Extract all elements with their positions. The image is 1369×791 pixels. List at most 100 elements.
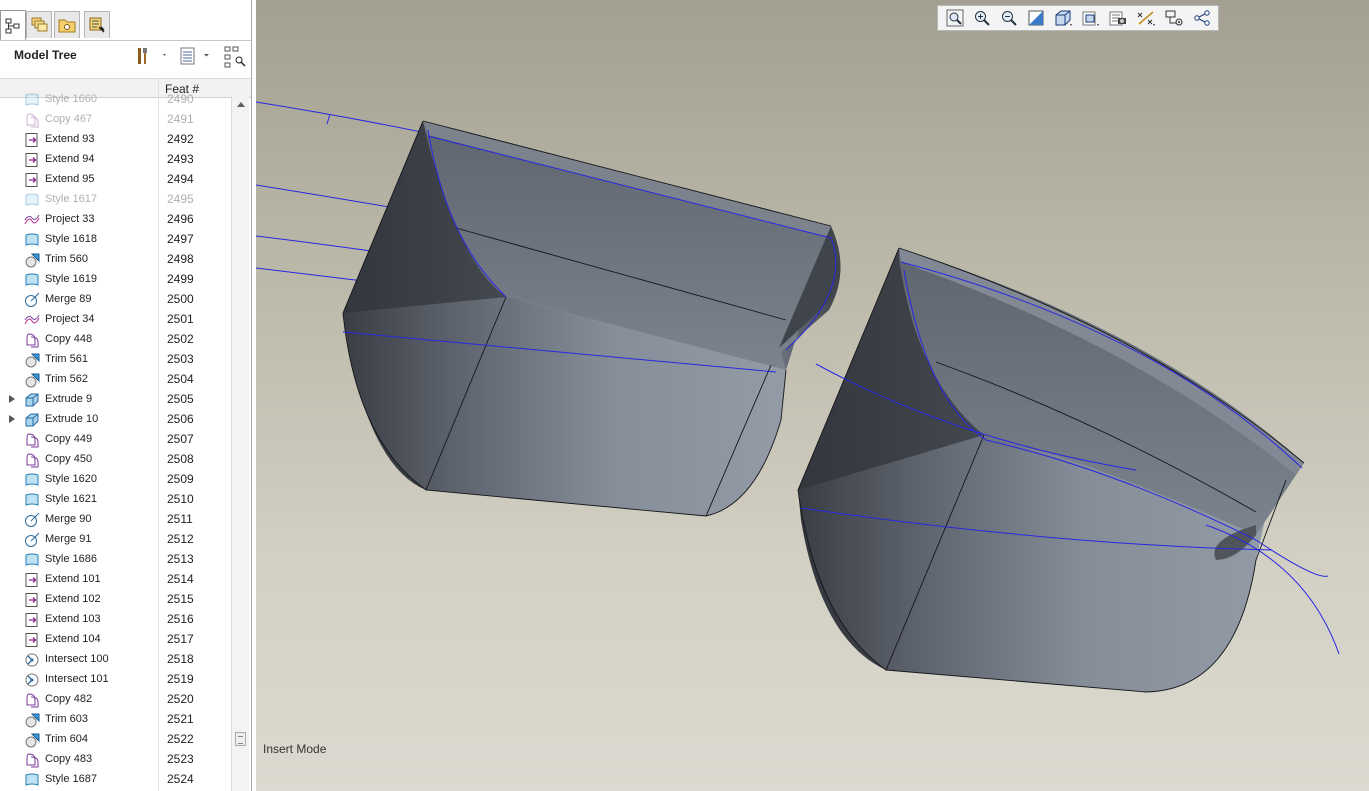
feature-name: Style 1619: [45, 273, 97, 285]
feature-name: Trim 560: [45, 253, 88, 265]
tree-row[interactable]: Trim 604 2522: [0, 730, 231, 750]
feature-number: 2517: [167, 632, 194, 646]
tree-row[interactable]: Merge 89 2500: [0, 290, 231, 310]
feature-number: 2519: [167, 672, 194, 686]
spin-center-button[interactable]: [1191, 8, 1213, 28]
tree-row[interactable]: Intersect 101 2519: [0, 670, 231, 690]
model-graphics[interactable]: [256, 0, 1369, 791]
feature-number: 2515: [167, 592, 194, 606]
tree-row[interactable]: Trim 561 2503: [0, 350, 231, 370]
merge-icon: [24, 512, 40, 528]
tree-row[interactable]: Merge 90 2511: [0, 510, 231, 530]
feature-name: Copy 450: [45, 453, 93, 465]
tab-layers[interactable]: [26, 11, 52, 38]
tree-row[interactable]: Trim 603 2521: [0, 710, 231, 730]
feature-name: Extend 102: [45, 593, 101, 605]
tree-row[interactable]: Extend 93 2492: [0, 130, 231, 150]
repaint-icon: [1028, 10, 1044, 26]
annotation-display-icon: [1165, 10, 1183, 26]
feature-name: Extrude 9: [45, 393, 93, 405]
extend-icon: [24, 132, 40, 148]
insert-mode-label: Insert Mode: [263, 742, 327, 756]
style-icon: [24, 192, 40, 208]
feature-name: Trim 561: [45, 353, 88, 365]
tree-row[interactable]: Style 1618 2497: [0, 230, 231, 250]
tree-row[interactable]: Extend 102 2515: [0, 590, 231, 610]
tree-row[interactable]: Style 1620 2509: [0, 470, 231, 490]
tree-row[interactable]: Style 1686 2513: [0, 550, 231, 570]
scroll-up-button[interactable]: [232, 96, 249, 112]
zoom-in-button[interactable]: [971, 8, 993, 28]
annotation-display-button[interactable]: [1163, 8, 1185, 28]
tree-row[interactable]: Copy 482 2520: [0, 690, 231, 710]
expand-arrow-icon[interactable]: [9, 395, 15, 403]
list-icon: [180, 47, 209, 65]
refit-button[interactable]: [944, 8, 966, 28]
tree-row[interactable]: Style 1660 2490: [0, 90, 231, 110]
model-tree-panel: Model Tree Feat # Style 1660 2490 Copy 4…: [0, 0, 252, 791]
tree-row[interactable]: Style 1621 2510: [0, 490, 231, 510]
feature-number: 2504: [167, 372, 194, 386]
tree-row[interactable]: Copy 450 2508: [0, 450, 231, 470]
solid-body-left[interactable]: [342, 120, 841, 517]
tree-row[interactable]: Trim 562 2504: [0, 370, 231, 390]
settings-tools-button[interactable]: [136, 45, 168, 70]
zoom-out-button[interactable]: [998, 8, 1020, 28]
trim-icon: [24, 352, 40, 368]
tree-row[interactable]: Style 1687 2524: [0, 770, 231, 790]
copy-icon: [24, 332, 40, 348]
navigator-tab-strip: [0, 0, 251, 41]
tree-row[interactable]: Extend 103 2516: [0, 610, 231, 630]
tab-favorites[interactable]: [84, 11, 110, 38]
show-menu-button[interactable]: [179, 45, 215, 70]
tab-model-tree[interactable]: [0, 10, 26, 40]
tree-row[interactable]: Project 33 2496: [0, 210, 231, 230]
extend-icon: [24, 592, 40, 608]
tab-folder-browser[interactable]: [54, 11, 80, 38]
repaint-button[interactable]: [1025, 8, 1047, 28]
tree-scrollbar[interactable]: [231, 96, 249, 791]
view-toolbar: [937, 5, 1219, 31]
extrude-icon: [24, 392, 40, 408]
tree-row[interactable]: Style 1617 2495: [0, 190, 231, 210]
feature-number: 2523: [167, 752, 194, 766]
scroll-thumb[interactable]: [235, 732, 246, 746]
feature-number: 2521: [167, 712, 194, 726]
graphics-window[interactable]: Insert Mode: [256, 0, 1369, 791]
feature-name: Copy 448: [45, 333, 93, 345]
tree-row[interactable]: Extend 94 2493: [0, 150, 231, 170]
tree-row[interactable]: Trim 560 2498: [0, 250, 231, 270]
display-style-button[interactable]: [1052, 8, 1074, 28]
tree-row[interactable]: Extend 104 2517: [0, 630, 231, 650]
tree-row[interactable]: Copy 467 2491: [0, 110, 231, 130]
tree-row[interactable]: Copy 448 2502: [0, 330, 231, 350]
tree-row[interactable]: Style 1619 2499: [0, 270, 231, 290]
tree-row[interactable]: Copy 449 2507: [0, 430, 231, 450]
feature-number: 2495: [167, 192, 194, 206]
expand-arrow-icon[interactable]: [9, 415, 15, 423]
tree-row[interactable]: Copy 483 2523: [0, 750, 231, 770]
tree-row[interactable]: Extrude 10 2506: [0, 410, 231, 430]
solid-body-right[interactable]: [797, 247, 1305, 693]
tree-row[interactable]: Merge 91 2512: [0, 530, 231, 550]
feature-name: Extend 101: [45, 573, 101, 585]
tree-filter-button[interactable]: [224, 45, 248, 72]
feature-name: Copy 483: [45, 753, 93, 765]
view-manager-button[interactable]: [1107, 8, 1129, 28]
style-icon: [24, 92, 40, 108]
tree-row[interactable]: Extend 95 2494: [0, 170, 231, 190]
feature-name: Style 1660: [45, 93, 97, 105]
tree-row[interactable]: Intersect 100 2518: [0, 650, 231, 670]
feature-name: Intersect 100: [45, 653, 109, 665]
datum-display-button[interactable]: [1135, 8, 1157, 28]
tree-filter-icon: [224, 46, 246, 68]
style-icon: [24, 492, 40, 508]
tree-row[interactable]: Extrude 9 2505: [0, 390, 231, 410]
saved-orientations-button[interactable]: [1079, 8, 1101, 28]
feature-number: 2505: [167, 392, 194, 406]
feature-name: Style 1618: [45, 233, 97, 245]
tree-row[interactable]: Extend 101 2514: [0, 570, 231, 590]
feature-name: Style 1686: [45, 553, 97, 565]
tree-row[interactable]: Project 34 2501: [0, 310, 231, 330]
style-icon: [24, 772, 40, 788]
